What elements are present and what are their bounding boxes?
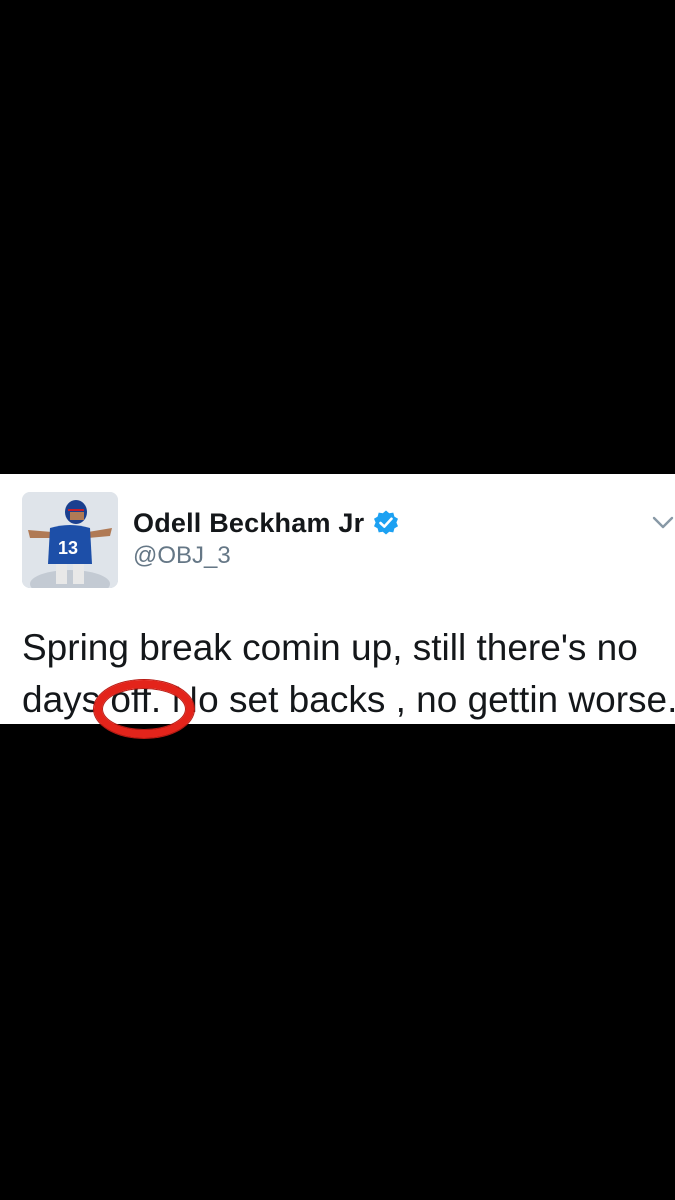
verified-badge-icon xyxy=(374,510,398,535)
tweet-text-line: Spring break comin up, still there's no xyxy=(22,627,638,668)
avatar[interactable]: 13 xyxy=(22,492,118,588)
user-handle[interactable]: @OBJ_3 xyxy=(133,542,231,570)
avatar-player-image: 13 xyxy=(22,492,118,588)
chevron-down-icon[interactable] xyxy=(650,514,675,532)
tweet-card: 13 Odell Beckham Jr @OBJ_3 Spring break … xyxy=(0,474,675,724)
jersey-number: 13 xyxy=(58,538,78,558)
display-name[interactable]: Odell Beckham Jr xyxy=(133,508,364,539)
highlight-circle-annotation xyxy=(94,680,194,738)
